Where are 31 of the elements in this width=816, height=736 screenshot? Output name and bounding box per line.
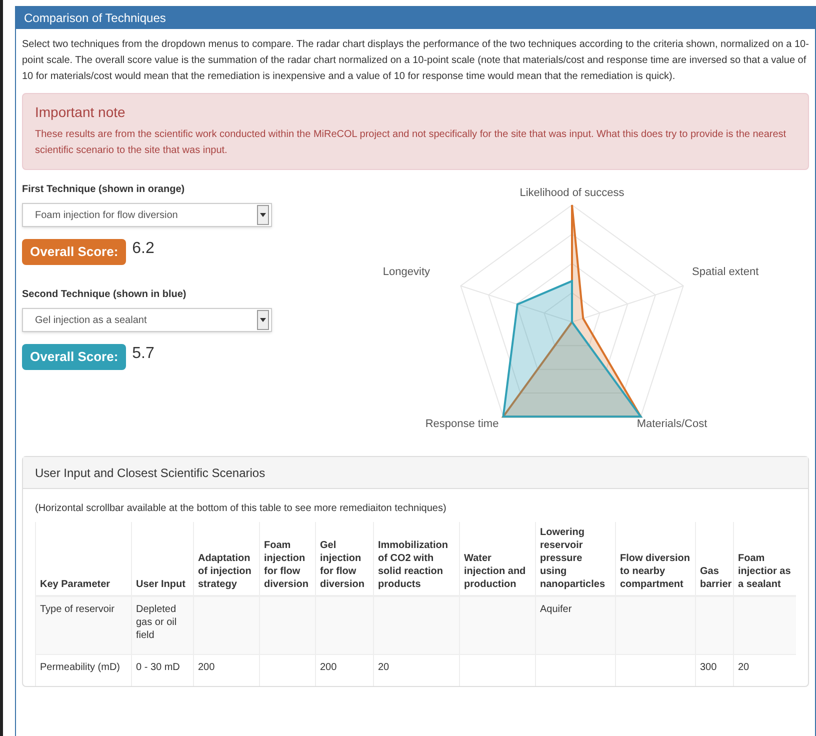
table-cell: 0 - 30 mD	[136, 662, 180, 673]
technique-label: Second Technique (shown in blue)	[22, 288, 188, 302]
dropdown-value: Foam injection for flow diversion	[34, 208, 178, 222]
table-cell: Depleted gas or oil field	[136, 604, 177, 641]
technique-dropdown[interactable]: Foam injection for flow diversion	[22, 203, 272, 227]
score-value: 5.7	[132, 344, 154, 364]
dropdown-value: Gel injection as a sealant	[34, 314, 147, 328]
table-cell: 200	[320, 662, 337, 673]
intro-paragraph: Select two techniques from the dropdown menus to compare. The radar chart displays the performance of the two techniques according to the criteria shown, normalized on a 10-point scale. The overall score value is the summation of the radar chart normalized on a 10-point scale (note that materials/cost and response time are inversed so that a value of 10 for materials/cost would mean that the remediation is inexpensive and a value of 10 for response time would mean that the remediation is quick).	[22, 38, 809, 84]
technique-label: First Technique (shown in orange)	[22, 183, 186, 197]
axis-label: Likelihood of success	[520, 187, 624, 199]
table-cell: 20	[378, 662, 390, 673]
table-cell: Permeability (mD)	[40, 662, 120, 673]
axis-label: Longevity	[382, 266, 430, 278]
table-cell: 20	[738, 662, 750, 673]
panel-header: Comparison of Techniques	[16, 7, 815, 29]
score-badge: Overall Score:	[22, 344, 126, 370]
axis-label: Response time	[425, 418, 499, 430]
scenarios-header: User Input and Closest Scientific Scenarios	[23, 457, 808, 489]
score-badge: Overall Score:	[22, 239, 126, 265]
table-cell: Type of reservoir	[40, 604, 114, 615]
table-note: (Horizontal scrollbar available at the bottom of this table to see more remediaiton techniques)	[35, 502, 448, 516]
alert-text: These results are from the scientific work conducted within the MiReCOL project and not specifically for the site that was input. What this does try to provide is the nearest scientific scenario to the site that was input.	[35, 128, 788, 158]
technique-dropdown[interactable]: Gel injection as a sealant	[22, 308, 272, 332]
axis-label: Materials/Cost	[636, 418, 708, 430]
table-cell: 300	[700, 662, 717, 673]
score-value: 6.2	[132, 239, 154, 259]
alert-title: Important note	[35, 103, 126, 122]
axis-label: Spatial extent	[692, 266, 759, 278]
table-cell: Aquifer	[540, 604, 572, 615]
table-cell: 200	[198, 662, 215, 673]
